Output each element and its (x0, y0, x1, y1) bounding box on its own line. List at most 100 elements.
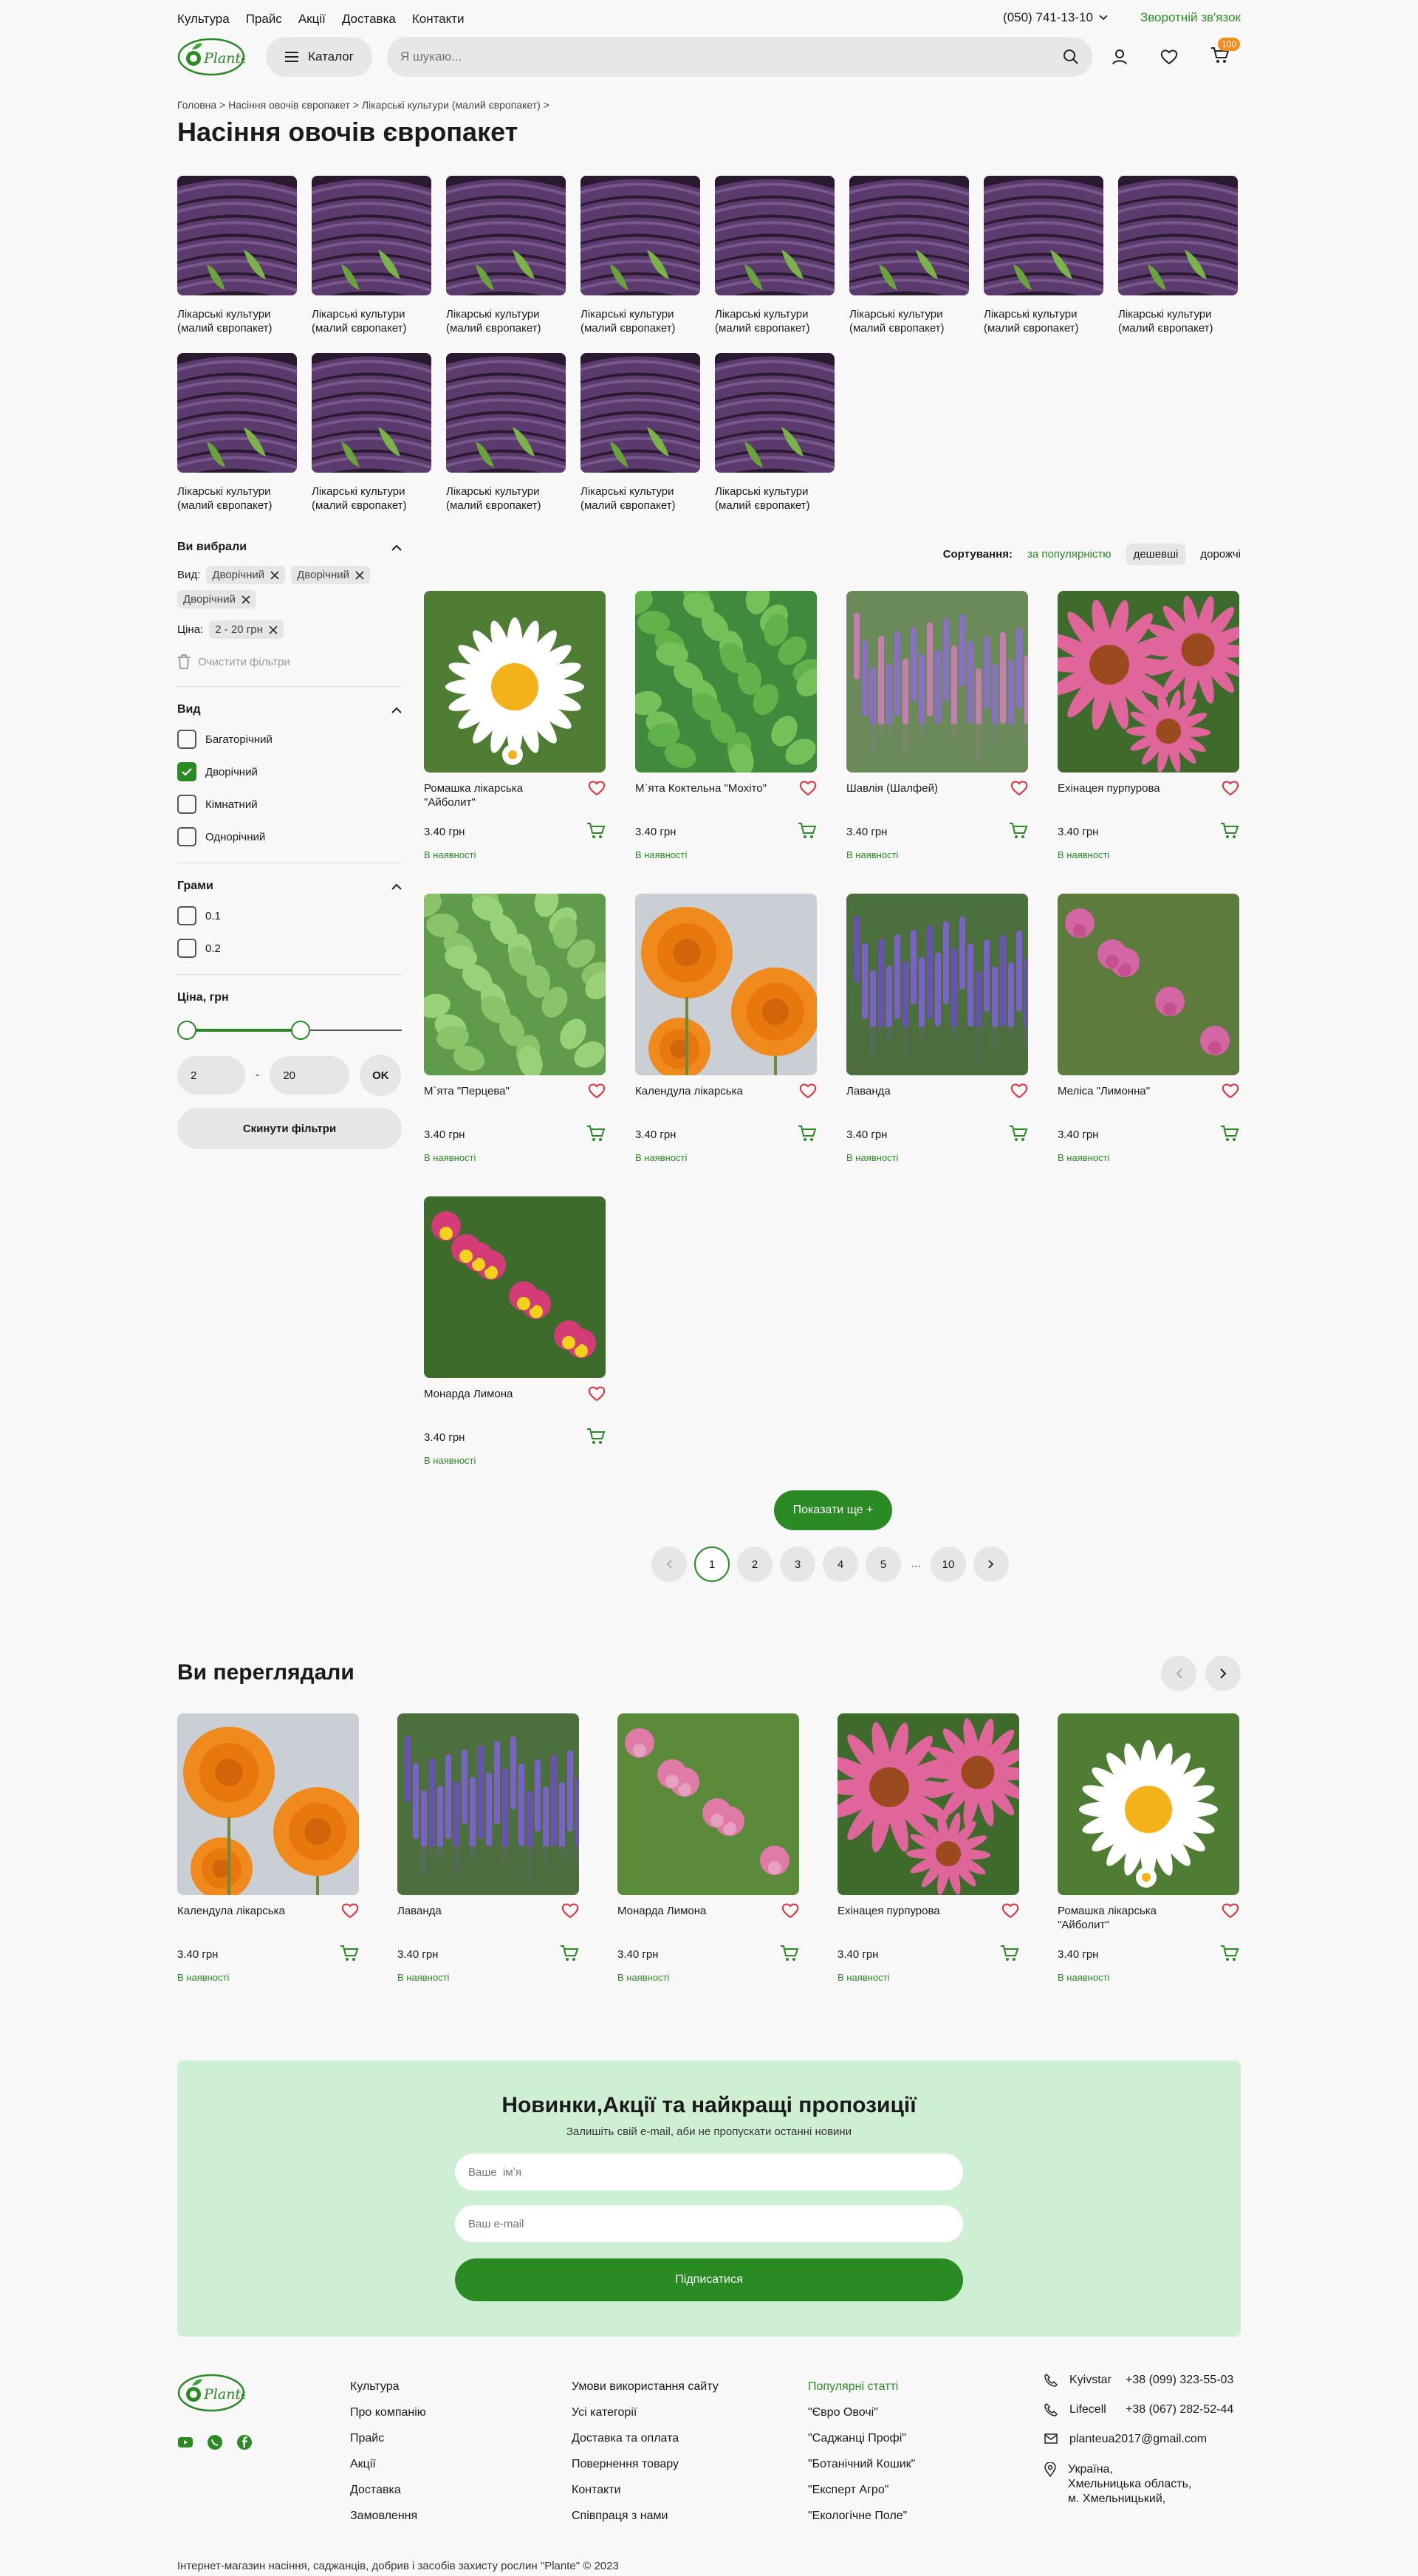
product-card[interactable]: М`ята "Перцева" 3.40 грн В наявності (424, 894, 606, 1189)
category-card[interactable]: Лікарські культури (малий європакет) (984, 176, 1103, 335)
favorite-heart-icon[interactable] (1010, 1083, 1028, 1099)
header-cart[interactable]: 100 (1210, 37, 1241, 68)
product-card[interactable]: Календула лікарська 3.40 грн В наявності (177, 1713, 359, 2009)
filter-chip[interactable]: Дворічний (291, 566, 370, 584)
footer-link[interactable]: Акції (350, 2451, 426, 2477)
search-icon[interactable] (1063, 49, 1079, 65)
add-to-cart-icon[interactable] (586, 1428, 606, 1445)
feedback-link[interactable]: Зворотній зв'язок (1140, 10, 1241, 25)
filter-option[interactable]: Дворічний (177, 762, 402, 781)
vid-filter-header[interactable]: Вид (177, 703, 402, 716)
product-name[interactable]: Монарда Лимона (617, 1904, 765, 1933)
product-name[interactable]: Ехінацея пурпурова (1058, 781, 1205, 811)
checkbox[interactable] (177, 906, 196, 925)
breadcrumb[interactable]: Головна > Насіння овочів європакет > Лік… (177, 99, 549, 111)
price-ok-button[interactable]: OK (360, 1055, 402, 1096)
page-button[interactable]: 5 (866, 1546, 901, 1582)
price-to-input[interactable]: 20 (270, 1056, 350, 1095)
checkbox[interactable] (177, 730, 196, 749)
favorite-heart-icon[interactable] (781, 1902, 799, 1919)
subscribe-button[interactable]: Підписатися (455, 2258, 963, 2301)
footer-link[interactable]: Доставка та оплата (572, 2425, 719, 2451)
page-button[interactable]: 1 (694, 1546, 730, 1582)
add-to-cart-icon[interactable] (1220, 822, 1239, 840)
contact-email[interactable]: planteua2017@gmail.com (1044, 2433, 1233, 2462)
product-card[interactable]: Ромашка лікарська "Айболит" 3.40 грн В н… (424, 591, 606, 886)
page-button[interactable]: 3 (780, 1546, 815, 1582)
product-name[interactable]: Шавлія (Шалфей) (846, 781, 994, 811)
add-to-cart-icon[interactable] (780, 1945, 799, 1962)
product-image[interactable] (846, 894, 1028, 1075)
price-from-input[interactable]: 2 (177, 1056, 245, 1095)
footer-link[interactable]: "Екологічне Поле" (808, 2503, 915, 2529)
footer-link[interactable]: Культура (350, 2374, 426, 2399)
product-image[interactable] (838, 1713, 1019, 1895)
product-name[interactable]: Лаванда (846, 1084, 994, 1114)
category-card[interactable]: Лікарські культури (малий європакет) (312, 353, 431, 513)
next-page-button[interactable] (973, 1546, 1009, 1582)
favorite-heart-icon[interactable] (588, 1385, 606, 1402)
product-image[interactable] (617, 1713, 799, 1895)
favorite-heart-icon[interactable] (1222, 1083, 1239, 1099)
product-name[interactable]: М`ята "Перцева" (424, 1084, 572, 1114)
favorite-heart-icon[interactable] (588, 780, 606, 796)
checkbox[interactable] (177, 827, 196, 846)
favorite-heart-icon[interactable] (799, 1083, 817, 1099)
add-to-cart-icon[interactable] (586, 1125, 606, 1143)
product-image[interactable] (424, 894, 606, 1075)
footer-logo[interactable]: Plante (177, 2372, 249, 2417)
filter-chip[interactable]: Дворічний (206, 566, 286, 584)
add-to-cart-icon[interactable] (586, 822, 606, 840)
contact-kyivstar[interactable]: Kyivstar +38 (099) 323-55-03 (1044, 2374, 1233, 2403)
close-icon[interactable] (242, 595, 250, 604)
product-image[interactable] (424, 591, 606, 773)
phone-dropdown[interactable]: (050) 741-13-10 (1003, 10, 1108, 25)
viber-icon[interactable] (207, 2434, 223, 2450)
product-name[interactable]: Календула лікарська (635, 1084, 783, 1114)
slider-handle-max[interactable] (291, 1021, 310, 1040)
heart-icon[interactable] (1160, 49, 1178, 65)
user-icon[interactable] (1112, 49, 1128, 65)
favorite-heart-icon[interactable] (341, 1902, 359, 1919)
footer-link[interactable]: Співпраця з нами (572, 2503, 719, 2529)
filter-option[interactable]: Багаторічний (177, 730, 402, 749)
product-card[interactable]: Монарда Лимона 3.40 грн В наявності (617, 1713, 799, 2009)
category-card[interactable]: Лікарські культури (малий європакет) (580, 353, 700, 513)
category-card[interactable]: Лікарські культури (малий європакет) (580, 176, 700, 335)
prev-page-button[interactable] (651, 1546, 687, 1582)
favorite-heart-icon[interactable] (1222, 780, 1239, 796)
contact-lifecell[interactable]: Lifecell +38 (067) 282-52-44 (1044, 2403, 1233, 2433)
footer-link[interactable]: Усі категорії (572, 2399, 719, 2425)
add-to-cart-icon[interactable] (798, 1125, 817, 1143)
category-card[interactable]: Лікарські культури (малий європакет) (312, 176, 431, 335)
footer-link[interactable]: Повернення товару (572, 2451, 719, 2477)
product-card[interactable]: Меліса "Лимонна" 3.40 грн В наявності (1058, 894, 1239, 1189)
topnav-link[interactable]: Контакти (412, 12, 465, 27)
category-card[interactable]: Лікарські культури (малий європакет) (446, 176, 566, 335)
product-image[interactable] (635, 894, 817, 1075)
footer-column-title[interactable]: Популярні статті (808, 2374, 915, 2399)
checkbox[interactable] (177, 762, 196, 781)
sort-expensive[interactable]: дорожчі (1200, 548, 1241, 561)
category-card[interactable]: Лікарські культури (малий європакет) (1118, 176, 1238, 335)
newsletter-email-input[interactable] (455, 2205, 963, 2242)
prev-arrow-button[interactable] (1161, 1656, 1196, 1691)
show-more-button[interactable]: Показати ще + (774, 1490, 892, 1530)
next-arrow-button[interactable] (1205, 1656, 1241, 1691)
add-to-cart-icon[interactable] (340, 1945, 359, 1962)
filter-chip[interactable]: Дворічний (177, 590, 256, 609)
close-icon[interactable] (355, 570, 364, 580)
topnav-link[interactable]: Акції (298, 12, 326, 27)
product-card[interactable]: Лаванда 3.40 грн В наявності (397, 1713, 579, 2009)
sort-cheaper[interactable]: дешевші (1126, 544, 1186, 565)
add-to-cart-icon[interactable] (798, 822, 817, 840)
favorite-heart-icon[interactable] (1222, 1902, 1239, 1919)
footer-link[interactable]: Доставка (350, 2477, 426, 2503)
category-card[interactable]: Лікарські культури (малий європакет) (446, 353, 566, 513)
grams-filter-header[interactable]: Грами (177, 880, 402, 893)
product-card[interactable]: Шавлія (Шалфей) 3.40 грн В наявності (846, 591, 1028, 886)
favorite-heart-icon[interactable] (588, 1083, 606, 1099)
slider-handle-min[interactable] (177, 1021, 196, 1040)
search-input[interactable] (400, 49, 1063, 64)
facebook-icon[interactable] (236, 2434, 253, 2450)
